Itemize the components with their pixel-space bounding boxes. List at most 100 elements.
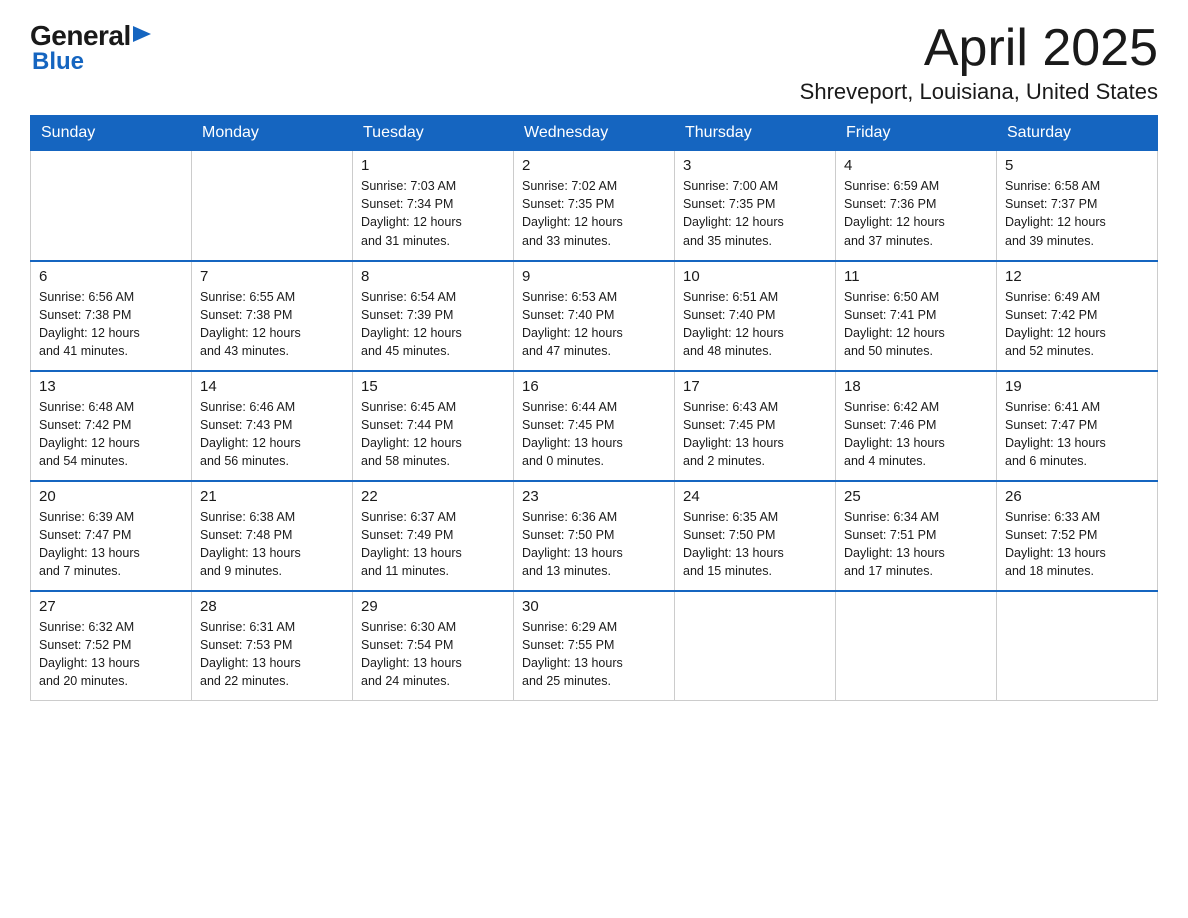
calendar-day-header: Monday [192, 116, 353, 151]
calendar-day-cell: 16 Sunrise: 6:44 AM Sunset: 7:45 PM Dayli… [514, 371, 675, 481]
day-info: Sunrise: 6:48 AM Sunset: 7:42 PM Dayligh… [39, 398, 183, 471]
calendar-day-cell: 22 Sunrise: 6:37 AM Sunset: 7:49 PM Dayli… [353, 481, 514, 591]
day-info: Sunrise: 6:51 AM Sunset: 7:40 PM Dayligh… [683, 288, 827, 361]
day-info: Sunrise: 6:41 AM Sunset: 7:47 PM Dayligh… [1005, 398, 1149, 471]
calendar-day-cell: 30 Sunrise: 6:29 AM Sunset: 7:55 PM Dayli… [514, 591, 675, 701]
calendar-day-cell: 10 Sunrise: 6:51 AM Sunset: 7:40 PM Dayli… [675, 261, 836, 371]
day-number: 28 [200, 598, 344, 615]
day-number: 7 [200, 268, 344, 285]
calendar-header-row: SundayMondayTuesdayWednesdayThursdayFrid… [31, 116, 1158, 151]
calendar-day-header: Wednesday [514, 116, 675, 151]
day-number: 30 [522, 598, 666, 615]
day-info: Sunrise: 6:30 AM Sunset: 7:54 PM Dayligh… [361, 618, 505, 691]
day-number: 1 [361, 157, 505, 174]
calendar-day-cell: 8Sunrise: 6:54 AM Sunset: 7:39 PM Daylig… [353, 261, 514, 371]
calendar-table: SundayMondayTuesdayWednesdayThursdayFrid… [30, 115, 1158, 701]
day-number: 23 [522, 488, 666, 505]
calendar-day-cell: 20 Sunrise: 6:39 AM Sunset: 7:47 PM Dayli… [31, 481, 192, 591]
day-number: 19 [1005, 378, 1149, 395]
day-info: Sunrise: 6:45 AM Sunset: 7:44 PM Dayligh… [361, 398, 505, 471]
day-info: Sunrise: 6:43 AM Sunset: 7:45 PM Dayligh… [683, 398, 827, 471]
calendar-empty-cell [836, 591, 997, 701]
day-info: Sunrise: 6:46 AM Sunset: 7:43 PM Dayligh… [200, 398, 344, 471]
day-number: 16 [522, 378, 666, 395]
day-info: Sunrise: 6:49 AM Sunset: 7:42 PM Dayligh… [1005, 288, 1149, 361]
calendar-day-cell: 17Sunrise: 6:43 AM Sunset: 7:45 PM Dayli… [675, 371, 836, 481]
day-number: 12 [1005, 268, 1149, 285]
calendar-empty-cell [997, 591, 1158, 701]
day-number: 8 [361, 268, 505, 285]
page-header: General Blue April 2025 Shreveport, Loui… [30, 20, 1158, 105]
day-info: Sunrise: 6:39 AM Sunset: 7:47 PM Dayligh… [39, 508, 183, 581]
calendar-week-row: 1 Sunrise: 7:03 AM Sunset: 7:34 PM Daylig… [31, 151, 1158, 261]
calendar-week-row: 20 Sunrise: 6:39 AM Sunset: 7:47 PM Dayli… [31, 481, 1158, 591]
day-info: Sunrise: 7:00 AM Sunset: 7:35 PM Dayligh… [683, 177, 827, 250]
day-number: 20 [39, 488, 183, 505]
day-info: Sunrise: 7:03 AM Sunset: 7:34 PM Dayligh… [361, 177, 505, 250]
day-info: Sunrise: 6:50 AM Sunset: 7:41 PM Dayligh… [844, 288, 988, 361]
calendar-day-cell: 13Sunrise: 6:48 AM Sunset: 7:42 PM Dayli… [31, 371, 192, 481]
day-number: 29 [361, 598, 505, 615]
day-number: 21 [200, 488, 344, 505]
calendar-day-cell: 12 Sunrise: 6:49 AM Sunset: 7:42 PM Dayli… [997, 261, 1158, 371]
calendar-day-cell: 23Sunrise: 6:36 AM Sunset: 7:50 PM Dayli… [514, 481, 675, 591]
logo-flag-icon [133, 26, 151, 46]
day-info: Sunrise: 6:58 AM Sunset: 7:37 PM Dayligh… [1005, 177, 1149, 250]
calendar-day-cell: 14 Sunrise: 6:46 AM Sunset: 7:43 PM Dayli… [192, 371, 353, 481]
day-info: Sunrise: 6:32 AM Sunset: 7:52 PM Dayligh… [39, 618, 183, 691]
day-info: Sunrise: 7:02 AM Sunset: 7:35 PM Dayligh… [522, 177, 666, 250]
calendar-day-header: Saturday [997, 116, 1158, 151]
calendar-day-cell: 24 Sunrise: 6:35 AM Sunset: 7:50 PM Dayli… [675, 481, 836, 591]
calendar-day-cell: 6 Sunrise: 6:56 AM Sunset: 7:38 PM Daylig… [31, 261, 192, 371]
calendar-day-header: Sunday [31, 116, 192, 151]
location-subtitle: Shreveport, Louisiana, United States [800, 79, 1158, 105]
day-number: 10 [683, 268, 827, 285]
day-number: 11 [844, 268, 988, 285]
calendar-day-cell: 28 Sunrise: 6:31 AM Sunset: 7:53 PM Dayli… [192, 591, 353, 701]
day-info: Sunrise: 6:31 AM Sunset: 7:53 PM Dayligh… [200, 618, 344, 691]
calendar-empty-cell [31, 151, 192, 261]
day-number: 25 [844, 488, 988, 505]
day-info: Sunrise: 6:37 AM Sunset: 7:49 PM Dayligh… [361, 508, 505, 581]
day-number: 14 [200, 378, 344, 395]
calendar-day-cell: 5 Sunrise: 6:58 AM Sunset: 7:37 PM Daylig… [997, 151, 1158, 261]
calendar-day-cell: 11 Sunrise: 6:50 AM Sunset: 7:41 PM Dayli… [836, 261, 997, 371]
day-number: 18 [844, 378, 988, 395]
day-info: Sunrise: 6:59 AM Sunset: 7:36 PM Dayligh… [844, 177, 988, 250]
calendar-day-header: Friday [836, 116, 997, 151]
title-section: April 2025 Shreveport, Louisiana, United… [800, 20, 1158, 105]
calendar-day-cell: 15Sunrise: 6:45 AM Sunset: 7:44 PM Dayli… [353, 371, 514, 481]
calendar-day-cell: 27 Sunrise: 6:32 AM Sunset: 7:52 PM Dayli… [31, 591, 192, 701]
calendar-day-cell: 1 Sunrise: 7:03 AM Sunset: 7:34 PM Daylig… [353, 151, 514, 261]
day-info: Sunrise: 6:29 AM Sunset: 7:55 PM Dayligh… [522, 618, 666, 691]
day-number: 6 [39, 268, 183, 285]
day-info: Sunrise: 6:56 AM Sunset: 7:38 PM Dayligh… [39, 288, 183, 361]
day-number: 26 [1005, 488, 1149, 505]
calendar-empty-cell [192, 151, 353, 261]
calendar-day-cell: 26Sunrise: 6:33 AM Sunset: 7:52 PM Dayli… [997, 481, 1158, 591]
calendar-day-cell: 2 Sunrise: 7:02 AM Sunset: 7:35 PM Daylig… [514, 151, 675, 261]
calendar-day-cell: 9Sunrise: 6:53 AM Sunset: 7:40 PM Daylig… [514, 261, 675, 371]
logo: General Blue [30, 20, 151, 76]
day-number: 5 [1005, 157, 1149, 174]
calendar-empty-cell [675, 591, 836, 701]
calendar-day-cell: 4 Sunrise: 6:59 AM Sunset: 7:36 PM Daylig… [836, 151, 997, 261]
day-number: 22 [361, 488, 505, 505]
calendar-week-row: 27 Sunrise: 6:32 AM Sunset: 7:52 PM Dayli… [31, 591, 1158, 701]
day-info: Sunrise: 6:44 AM Sunset: 7:45 PM Dayligh… [522, 398, 666, 471]
calendar-day-cell: 29 Sunrise: 6:30 AM Sunset: 7:54 PM Dayli… [353, 591, 514, 701]
day-number: 9 [522, 268, 666, 285]
calendar-week-row: 13Sunrise: 6:48 AM Sunset: 7:42 PM Dayli… [31, 371, 1158, 481]
day-number: 2 [522, 157, 666, 174]
day-number: 27 [39, 598, 183, 615]
calendar-day-cell: 21Sunrise: 6:38 AM Sunset: 7:48 PM Dayli… [192, 481, 353, 591]
day-info: Sunrise: 6:42 AM Sunset: 7:46 PM Dayligh… [844, 398, 988, 471]
calendar-day-cell: 19 Sunrise: 6:41 AM Sunset: 7:47 PM Dayli… [997, 371, 1158, 481]
calendar-day-header: Tuesday [353, 116, 514, 151]
calendar-day-cell: 18 Sunrise: 6:42 AM Sunset: 7:46 PM Dayli… [836, 371, 997, 481]
day-info: Sunrise: 6:35 AM Sunset: 7:50 PM Dayligh… [683, 508, 827, 581]
calendar-day-cell: 3Sunrise: 7:00 AM Sunset: 7:35 PM Daylig… [675, 151, 836, 261]
day-number: 4 [844, 157, 988, 174]
day-number: 24 [683, 488, 827, 505]
logo-blue-text: Blue [32, 48, 84, 76]
